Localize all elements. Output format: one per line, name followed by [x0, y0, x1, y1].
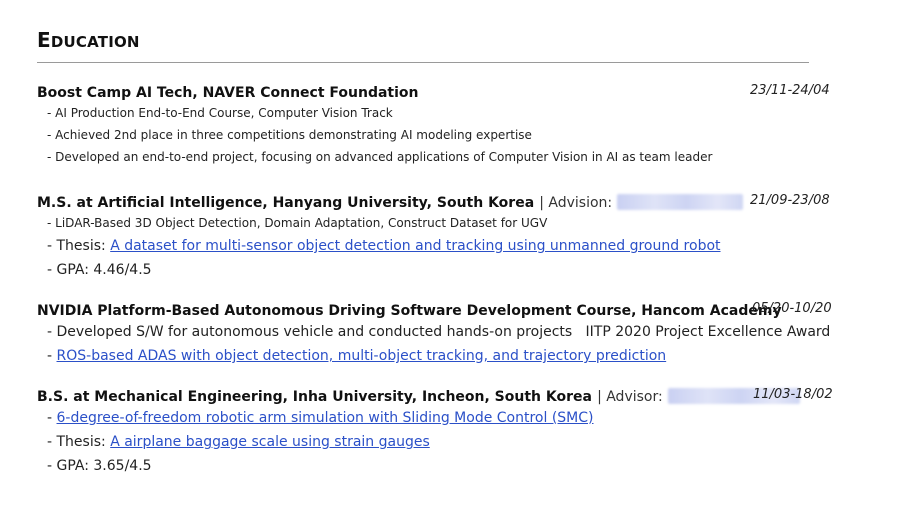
entry-header: M.S. at Artificial Intelligence, Hanyang…	[37, 192, 837, 212]
gpa-item: - GPA: 4.46/4.5	[47, 262, 152, 278]
education-entry-boostcamp: Boost Camp AI Tech, NAVER Connect Founda…	[37, 82, 837, 168]
project-item: - 6-degree-of-freedom robotic arm simula…	[37, 406, 837, 430]
gpa-item: - GPA: 3.65/4.5	[47, 458, 152, 474]
redacted-advisor	[617, 194, 744, 210]
entry-date: 21/09-23/08	[750, 193, 830, 208]
entry-title: B.S. at Mechanical Engineering, Inha Uni…	[37, 389, 592, 405]
list-item: - AI Production End-to-End Course, Compu…	[47, 106, 393, 120]
entry-date: 23/11-24/04	[750, 83, 830, 98]
entry-header: B.S. at Mechanical Engineering, Inha Uni…	[37, 386, 837, 406]
thesis-item: - Thesis: A airplane baggage scale using…	[37, 430, 837, 454]
list-item: - Achieved 2nd place in three competitio…	[47, 128, 532, 142]
thesis-item: - Thesis: A dataset for multi-sensor obj…	[37, 234, 837, 258]
project-link[interactable]: 6-degree-of-freedom robotic arm simulati…	[57, 410, 594, 426]
entry-header: Boost Camp AI Tech, NAVER Connect Founda…	[37, 82, 837, 102]
advisor-label: | Advisor:	[597, 389, 663, 405]
education-entry-nvidia: NVIDIA Platform-Based Autonomous Driving…	[37, 300, 837, 368]
list-bullet: -	[47, 348, 53, 364]
entry-date: 05/20-10/20	[752, 301, 832, 316]
thesis-label: - Thesis:	[47, 238, 106, 254]
entry-date: 11/03-18/02	[753, 387, 833, 402]
education-entry-bs: B.S. at Mechanical Engineering, Inha Uni…	[37, 386, 837, 478]
thesis-link[interactable]: A airplane baggage scale using strain ga…	[110, 434, 430, 450]
thesis-link[interactable]: A dataset for multi-sensor object detect…	[110, 238, 720, 254]
list-item: - Developed an end-to-end project, focus…	[47, 150, 713, 164]
entry-header: NVIDIA Platform-Based Autonomous Driving…	[37, 300, 837, 320]
list-item: - Developed S/W for autonomous vehicle a…	[47, 324, 831, 340]
education-entry-ms: M.S. at Artificial Intelligence, Hanyang…	[37, 192, 837, 282]
list-bullet: -	[47, 410, 53, 426]
entry-title: Boost Camp AI Tech, NAVER Connect Founda…	[37, 85, 419, 101]
section-title: EDUCATION	[37, 28, 140, 52]
section-title-initial: E	[37, 28, 51, 52]
section-divider	[37, 62, 809, 63]
entry-title: M.S. at Artificial Intelligence, Hanyang…	[37, 195, 535, 211]
project-item: - ROS-based ADAS with object detection, …	[37, 344, 837, 368]
list-item: - LiDAR-Based 3D Object Detection, Domai…	[47, 216, 548, 230]
section-title-rest: DUCATION	[50, 33, 140, 51]
entry-title: NVIDIA Platform-Based Autonomous Driving…	[37, 303, 782, 319]
thesis-label: - Thesis:	[47, 434, 106, 450]
project-link[interactable]: ROS-based ADAS with object detection, mu…	[57, 348, 667, 364]
advisor-label: | Advision:	[539, 195, 613, 211]
